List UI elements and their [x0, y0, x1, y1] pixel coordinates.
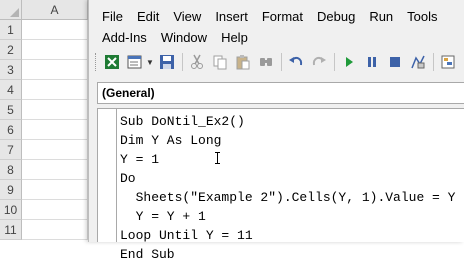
redo-icon[interactable] [309, 52, 329, 72]
row-header[interactable]: 11 [0, 220, 22, 240]
menu-row: File Edit View Insert Format Debug Run T… [101, 6, 464, 27]
menu-file[interactable]: File [101, 9, 124, 24]
menu-format[interactable]: Format [261, 9, 304, 24]
cell[interactable] [22, 160, 88, 180]
project-explorer-icon[interactable] [438, 52, 458, 72]
vba-editor-window: File Edit View Insert Format Debug Run T… [88, 0, 464, 262]
standard-toolbar: ▼ [95, 50, 464, 74]
cut-icon[interactable] [187, 52, 207, 72]
cell[interactable] [22, 180, 88, 200]
row-header[interactable]: 10 [0, 200, 22, 220]
code-line[interactable]: Sheets("Example 2").Cells(Y, 1).Value = … [120, 188, 464, 207]
code-line[interactable]: End Sub [120, 245, 464, 264]
cell[interactable] [22, 140, 88, 160]
save-icon[interactable] [157, 52, 177, 72]
menu-tools[interactable]: Tools [406, 9, 438, 24]
cell[interactable] [22, 80, 88, 100]
toolbar-grip[interactable] [95, 53, 99, 71]
menu-help[interactable]: Help [220, 30, 249, 45]
toolbar-separator [333, 53, 335, 71]
break-icon[interactable] [362, 52, 382, 72]
toolbar-separator [280, 53, 282, 71]
row-header[interactable]: 8 [0, 160, 22, 180]
menu-window[interactable]: Window [160, 30, 208, 45]
row-header[interactable]: 3 [0, 60, 22, 80]
row-header[interactable]: 9 [0, 180, 22, 200]
find-icon[interactable] [256, 52, 276, 72]
paste-icon[interactable] [233, 52, 253, 72]
design-mode-icon[interactable] [408, 52, 428, 72]
row-header[interactable]: 7 [0, 140, 22, 160]
code-pane[interactable]: Sub DoNtil_Ex2() Dim Y As Long Y = 1 Do … [97, 108, 464, 262]
toolbar-separator [432, 53, 434, 71]
toolbar-separator [181, 53, 183, 71]
insert-module-icon[interactable] [125, 52, 145, 72]
object-dropdown[interactable]: (General) [97, 82, 464, 104]
menu-row: Add-Ins Window Help [101, 27, 464, 48]
cell[interactable] [22, 200, 88, 220]
excel-icon[interactable] [102, 52, 122, 72]
reset-icon[interactable] [385, 52, 405, 72]
menu-add-ins[interactable]: Add-Ins [101, 30, 148, 45]
code-editor[interactable]: Sub DoNtil_Ex2() Dim Y As Long Y = 1 Do … [120, 112, 464, 264]
menu-edit[interactable]: Edit [136, 9, 160, 24]
column-header-a[interactable]: A [22, 0, 88, 20]
cell[interactable] [22, 120, 88, 140]
indicator-margin[interactable] [106, 109, 117, 242]
row-header[interactable]: 2 [0, 40, 22, 60]
row-header[interactable]: 4 [0, 80, 22, 100]
copy-icon[interactable] [210, 52, 230, 72]
code-line[interactable]: Sub DoNtil_Ex2() [120, 112, 464, 131]
row-header[interactable]: 1 [0, 20, 22, 40]
code-line[interactable]: Loop Until Y = 11 [120, 226, 464, 245]
cell[interactable] [22, 100, 88, 120]
code-line[interactable]: Do [120, 169, 464, 188]
menu-insert[interactable]: Insert [214, 9, 249, 24]
menu-run[interactable]: Run [368, 9, 394, 24]
undo-icon[interactable] [286, 52, 306, 72]
row-header[interactable]: 5 [0, 100, 22, 120]
cell[interactable] [22, 20, 88, 40]
menu-debug[interactable]: Debug [316, 9, 356, 24]
cell[interactable] [22, 40, 88, 60]
cell[interactable] [22, 220, 88, 240]
row-headers: 1 2 3 4 5 6 7 8 9 10 11 [0, 20, 22, 240]
text-cursor-icon [215, 152, 224, 164]
run-icon[interactable] [339, 52, 359, 72]
row-header[interactable]: 6 [0, 120, 22, 140]
chevron-down-icon[interactable]: ▼ [146, 58, 154, 67]
code-line[interactable]: Dim Y As Long [120, 131, 464, 150]
code-line[interactable]: Y = Y + 1 [120, 207, 464, 226]
menu-view[interactable]: View [172, 9, 202, 24]
select-all-corner[interactable] [0, 0, 22, 20]
menu-bar: File Edit View Insert Format Debug Run T… [101, 6, 464, 48]
cell[interactable] [22, 60, 88, 80]
code-line[interactable]: Y = 1 [120, 150, 464, 169]
column-a-cells [22, 20, 88, 240]
